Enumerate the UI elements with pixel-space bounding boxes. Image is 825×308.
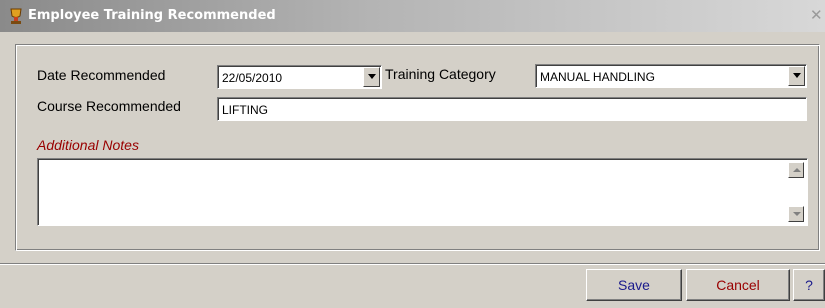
training-category-select[interactable]: MANUAL HANDLING bbox=[535, 64, 807, 88]
category-dropdown-button[interactable] bbox=[788, 66, 805, 86]
scroll-down-button[interactable] bbox=[788, 206, 804, 222]
scroll-up-icon bbox=[793, 168, 801, 172]
save-button[interactable]: Save bbox=[586, 269, 682, 301]
title-bar[interactable]: Employee Training Recommended ✕ bbox=[0, 0, 825, 32]
training-category-value: MANUAL HANDLING bbox=[540, 70, 655, 84]
chevron-down-icon bbox=[368, 74, 376, 79]
course-recommended-label: Course Recommended bbox=[37, 98, 181, 114]
training-app-icon bbox=[10, 8, 22, 24]
date-recommended-picker[interactable]: 22/05/2010 bbox=[217, 65, 382, 89]
help-button[interactable]: ? bbox=[793, 269, 825, 301]
date-recommended-label: Date Recommended bbox=[37, 67, 166, 83]
chevron-down-icon bbox=[793, 73, 801, 78]
close-icon[interactable]: ✕ bbox=[810, 8, 825, 24]
training-category-label: Training Category bbox=[385, 66, 496, 82]
window-title: Employee Training Recommended bbox=[28, 8, 276, 23]
course-recommended-input[interactable]: LIFTING bbox=[217, 97, 807, 121]
scroll-up-button[interactable] bbox=[788, 162, 804, 178]
additional-notes-label: Additional Notes bbox=[37, 137, 139, 153]
course-recommended-value: LIFTING bbox=[222, 103, 269, 117]
cancel-button[interactable]: Cancel bbox=[686, 269, 790, 301]
date-dropdown-button[interactable] bbox=[363, 67, 380, 87]
additional-notes-textarea[interactable] bbox=[37, 158, 808, 226]
button-bar-divider bbox=[0, 263, 825, 265]
scroll-down-icon bbox=[793, 212, 801, 216]
date-recommended-value: 22/05/2010 bbox=[222, 71, 283, 85]
